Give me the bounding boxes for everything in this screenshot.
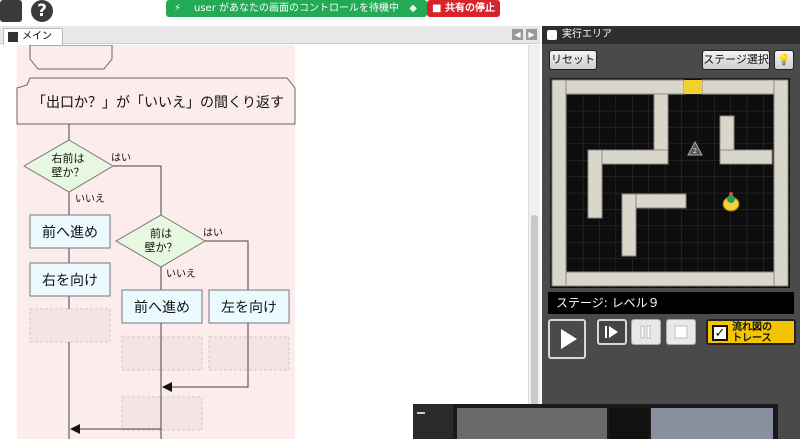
- editor-tab-bar: メイン ◀ ▶: [0, 26, 540, 45]
- empty-slot[interactable]: [121, 336, 203, 371]
- reset-label: リセット: [551, 53, 595, 66]
- video-feed-3: [651, 408, 773, 439]
- flowchart-canvas: 「出口か？」が「いいえ」の間くり返す 右前は 壁か？ はい いいえ 前へ進め 右…: [16, 45, 296, 439]
- empty-slot[interactable]: [29, 308, 111, 343]
- decision2-yes-line: [205, 240, 249, 290]
- forward-1-label: 前へ進め: [42, 224, 98, 241]
- stage-select-button[interactable]: ステージ選択: [702, 50, 770, 70]
- execution-header: 実行エリア: [542, 26, 800, 44]
- maze-exit: [684, 80, 702, 94]
- hint-button[interactable]: 💡: [774, 50, 794, 70]
- stop-sharing-label: 共有の停止: [444, 3, 495, 14]
- checkbox-checked-icon: ✓: [712, 325, 728, 341]
- video-control-icon[interactable]: [417, 412, 425, 414]
- webcam-overlay: [413, 404, 778, 439]
- stage-status-bar: ステージ: レベル９: [548, 292, 794, 314]
- share-status-text: user があなたの画面のコントロールを待機中: [194, 3, 399, 14]
- vertical-scrollbar[interactable]: [528, 45, 540, 439]
- lightbulb-icon: 💡: [777, 53, 791, 66]
- scrollbar-thumb[interactable]: [531, 215, 538, 405]
- turn-left-label: 左を向け: [221, 300, 277, 316]
- stage-select-label: ステージ選択: [703, 53, 769, 66]
- top-bar: ? ⚡ user があなたの画面のコントロールを待機中 ◆ ■ 共有の停止: [0, 0, 800, 24]
- decision1-no: いいえ: [75, 193, 105, 205]
- maze-canvas: 2: [550, 78, 790, 288]
- empty-slot[interactable]: [121, 396, 203, 431]
- stop-button[interactable]: [666, 319, 696, 345]
- play-button[interactable]: [548, 319, 586, 359]
- play-icon: [561, 329, 577, 349]
- tab-main[interactable]: メイン: [3, 28, 63, 45]
- decision2-yes: はい: [203, 227, 223, 239]
- stop-icon: ■: [432, 3, 445, 14]
- maze-grid: [550, 78, 790, 288]
- video-feed-1: [457, 408, 607, 439]
- empty-slot[interactable]: [208, 336, 290, 371]
- decision2-line1: 前は: [150, 226, 172, 240]
- trace-label-line2: トレース: [732, 333, 772, 344]
- decision1-line2: 壁か？: [52, 165, 85, 179]
- stage-status-text: ステージ: レベル９: [556, 296, 660, 310]
- turn-right-label: 右を向け: [42, 273, 98, 289]
- pause-icon: [640, 325, 651, 339]
- decision1-yes: はい: [111, 152, 131, 164]
- flowchart-trace-toggle[interactable]: ✓ 流れ図の トレース: [706, 319, 796, 345]
- loop-header-label: 「出口か？」が「いいえ」の間くり返す: [32, 95, 284, 111]
- step-button[interactable]: [597, 319, 627, 345]
- trace-label-line1: 流れ図の: [732, 322, 772, 333]
- video-feed-2: [609, 408, 649, 439]
- prev-tab-button[interactable]: ◀: [512, 29, 523, 40]
- maze-stage: 2: [550, 78, 790, 288]
- monitor-icon: [547, 30, 557, 40]
- share-status-banner: ⚡ user があなたの画面のコントロールを待機中 ◆: [166, 0, 427, 17]
- pause-button[interactable]: [631, 319, 661, 345]
- decision2-line2: 壁か？: [145, 240, 178, 254]
- robot-icon[interactable]: [0, 0, 22, 22]
- tab-main-label: メイン: [22, 31, 52, 42]
- flowchart-editor: メイン ◀ ▶ 「出口か？」が「いいえ」の間くり返す 右前は 壁か？ はい いい…: [0, 26, 540, 439]
- merge-arrow-1: [162, 382, 172, 392]
- execution-area: 実行エリア リセット ステージ選択 💡 2 ステージ: レベル９ ✓ 流れ図の …: [542, 26, 800, 439]
- next-tab-button[interactable]: ▶: [526, 29, 537, 40]
- marker-number: 2: [693, 147, 697, 155]
- forward-2-label: 前へ進め: [134, 299, 190, 316]
- help-icon[interactable]: ?: [31, 0, 53, 22]
- decision1-line1: 右前は: [52, 151, 85, 165]
- decision1-yes-line: [113, 165, 162, 215]
- reset-button[interactable]: リセット: [549, 50, 597, 70]
- stop-sharing-button[interactable]: ■ 共有の停止: [427, 0, 500, 17]
- decision2-no: いいえ: [166, 268, 196, 280]
- flowchart-icon: [8, 32, 18, 42]
- stop-square-icon: [674, 325, 688, 339]
- video-sidebar: [413, 404, 453, 439]
- merge-arrow-2: [70, 424, 80, 434]
- lightning-icon: ⚡: [174, 3, 182, 14]
- shield-icon: ◆: [409, 3, 417, 14]
- execution-title: 実行エリア: [562, 29, 612, 40]
- step-icon: [605, 326, 618, 338]
- previous-block[interactable]: [29, 45, 113, 70]
